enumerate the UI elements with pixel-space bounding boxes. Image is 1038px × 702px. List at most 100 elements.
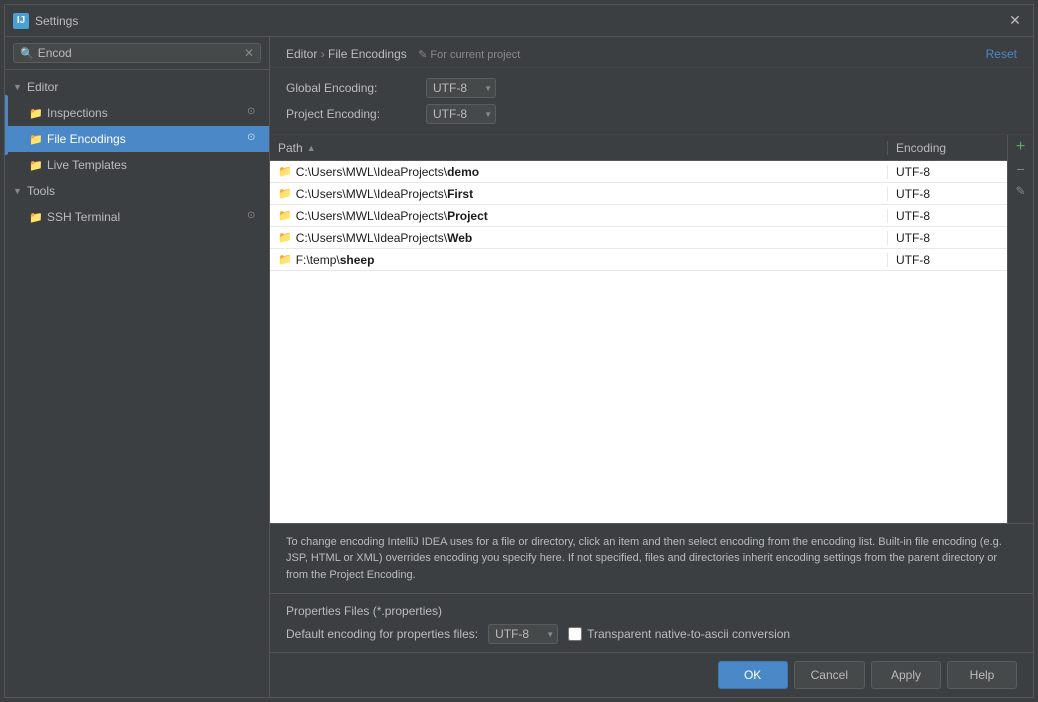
button-bar: OK Cancel Apply Help xyxy=(270,652,1033,697)
properties-title: Properties Files (*.properties) xyxy=(286,604,1017,618)
arrow-icon-tools: ▼ xyxy=(13,186,23,196)
table-area: Path ▲ Encoding 📁 C:\Users\MWL\IdeaProje… xyxy=(270,135,1033,523)
transparent-conversion-row: Transparent native-to-ascii conversion xyxy=(568,627,790,641)
project-encoding-select[interactable]: UTF-8 xyxy=(426,104,496,124)
path-text-4: F:\temp\sheep xyxy=(296,253,375,267)
cell-path-2: 📁 C:\Users\MWL\IdeaProjects\Project xyxy=(270,209,887,223)
folder-icon-templates: 📁 xyxy=(29,158,43,172)
folder-icon-row0: 📁 xyxy=(278,165,292,178)
path-text-3: C:\Users\MWL\IdeaProjects\Web xyxy=(296,231,473,245)
project-encoding-dropdown-wrap: UTF-8 ▼ xyxy=(426,104,496,124)
cell-path-0: 📁 C:\Users\MWL\IdeaProjects\demo xyxy=(270,165,887,179)
sidebar-item-live-templates[interactable]: 📁 Live Templates xyxy=(5,152,269,178)
sidebar-label-ssh-terminal: SSH Terminal xyxy=(47,210,120,224)
cell-encoding-2: UTF-8 xyxy=(887,209,1007,223)
sidebar-category-tools[interactable]: ▼ Tools xyxy=(5,178,269,204)
breadcrumb: Editor › File Encodings ✎ For current pr… xyxy=(286,47,520,61)
cell-encoding-3: UTF-8 xyxy=(887,231,1007,245)
folder-icon-ssh: 📁 xyxy=(29,210,43,224)
cancel-button[interactable]: Cancel xyxy=(794,661,865,689)
sidebar: 🔍 ✕ ▼ Editor 📁 Inspections ⊙ xyxy=(5,37,270,697)
transparent-conversion-label: Transparent native-to-ascii conversion xyxy=(587,627,790,641)
breadcrumb-separator: › xyxy=(321,47,328,61)
global-encoding-select[interactable]: UTF-8 xyxy=(426,78,496,98)
sidebar-label-file-encodings: File Encodings xyxy=(47,132,126,146)
cell-path-4: 📁 F:\temp\sheep xyxy=(270,253,887,267)
settings-dialog: IJ Settings ✕ 🔍 ✕ ▼ Editor xyxy=(4,4,1034,698)
breadcrumb-page: File Encodings xyxy=(328,47,407,61)
table-row[interactable]: 📁 C:\Users\MWL\IdeaProjects\Project UTF-… xyxy=(270,205,1007,227)
panel-header: Editor › File Encodings ✎ For current pr… xyxy=(270,37,1033,68)
properties-row: Default encoding for properties files: U… xyxy=(286,624,1017,644)
properties-section: Properties Files (*.properties) Default … xyxy=(270,593,1033,652)
table-row[interactable]: 📁 F:\temp\sheep UTF-8 xyxy=(270,249,1007,271)
table-row[interactable]: 📁 C:\Users\MWL\IdeaProjects\demo UTF-8 xyxy=(270,161,1007,183)
ok-button[interactable]: OK xyxy=(718,661,788,689)
default-encoding-label: Default encoding for properties files: xyxy=(286,627,478,641)
main-content: 🔍 ✕ ▼ Editor 📁 Inspections ⊙ xyxy=(5,37,1033,697)
properties-encoding-select[interactable]: UTF-8 xyxy=(488,624,558,644)
encoding-settings: Global Encoding: UTF-8 ▼ Project Encodin… xyxy=(270,68,1033,135)
path-text-0: C:\Users\MWL\IdeaProjects\demo xyxy=(296,165,479,179)
transparent-conversion-checkbox[interactable] xyxy=(568,627,582,641)
path-column-label: Path xyxy=(278,141,303,155)
right-panel: Editor › File Encodings ✎ For current pr… xyxy=(270,37,1033,697)
editor-category-label: Editor xyxy=(27,80,58,94)
selection-accent xyxy=(5,95,8,155)
search-icon: 🔍 xyxy=(20,47,34,60)
scope-badge-inspections: ⊙ xyxy=(247,106,261,120)
breadcrumb-editor: Editor xyxy=(286,47,317,61)
table-row[interactable]: 📁 C:\Users\MWL\IdeaProjects\First UTF-8 xyxy=(270,183,1007,205)
folder-icon-encodings: 📁 xyxy=(29,132,43,146)
sort-arrow: ▲ xyxy=(307,143,316,153)
project-encoding-row: Project Encoding: UTF-8 ▼ xyxy=(286,104,1017,124)
apply-button[interactable]: Apply xyxy=(871,661,941,689)
folder-icon: 📁 xyxy=(29,106,43,120)
cell-path-3: 📁 C:\Users\MWL\IdeaProjects\Web xyxy=(270,231,887,245)
tree-section: ▼ Editor 📁 Inspections ⊙ 📁 File Encoding… xyxy=(5,70,269,697)
table-row[interactable]: 📁 C:\Users\MWL\IdeaProjects\Web UTF-8 xyxy=(270,227,1007,249)
sidebar-label-inspections: Inspections xyxy=(47,106,108,120)
folder-icon-row3: 📁 xyxy=(278,231,292,244)
search-input[interactable] xyxy=(38,46,240,60)
search-input-wrap: 🔍 ✕ xyxy=(13,43,261,63)
sidebar-item-file-encodings[interactable]: 📁 File Encodings ⊙ xyxy=(5,126,269,152)
table-main: Path ▲ Encoding 📁 C:\Users\MWL\IdeaProje… xyxy=(270,135,1007,523)
folder-icon-row2: 📁 xyxy=(278,209,292,222)
add-encoding-button[interactable]: + xyxy=(1011,137,1031,157)
table-rows: 📁 C:\Users\MWL\IdeaProjects\demo UTF-8 📁… xyxy=(270,161,1007,523)
help-button[interactable]: Help xyxy=(947,661,1017,689)
reset-button[interactable]: Reset xyxy=(986,47,1017,61)
app-icon: IJ xyxy=(13,13,29,29)
remove-encoding-button[interactable]: − xyxy=(1011,159,1031,179)
tools-category-label: Tools xyxy=(27,184,55,198)
cell-encoding-0: UTF-8 xyxy=(887,165,1007,179)
close-button[interactable]: ✕ xyxy=(1005,11,1025,31)
sidebar-category-editor[interactable]: ▼ Editor xyxy=(5,74,269,100)
cell-encoding-1: UTF-8 xyxy=(887,187,1007,201)
sidebar-item-inspections[interactable]: 📁 Inspections ⊙ xyxy=(5,100,269,126)
info-text: To change encoding IntelliJ IDEA uses fo… xyxy=(286,534,1017,584)
table-toolbar: + − ✎ xyxy=(1007,135,1033,523)
project-encoding-label: Project Encoding: xyxy=(286,107,416,121)
title-bar-left: IJ Settings xyxy=(13,13,78,29)
global-encoding-label: Global Encoding: xyxy=(286,81,416,95)
scope-badge-encodings: ⊙ xyxy=(247,132,261,146)
properties-encoding-dropdown-wrap: UTF-8 ▼ xyxy=(488,624,558,644)
sidebar-item-ssh-terminal[interactable]: 📁 SSH Terminal ⊙ xyxy=(5,204,269,230)
search-clear-button[interactable]: ✕ xyxy=(244,46,254,60)
column-header-encoding: Encoding xyxy=(887,141,1007,155)
cell-encoding-4: UTF-8 xyxy=(887,253,1007,267)
path-text-2: C:\Users\MWL\IdeaProjects\Project xyxy=(296,209,488,223)
edit-encoding-button[interactable]: ✎ xyxy=(1011,181,1031,201)
table-header: Path ▲ Encoding xyxy=(270,135,1007,161)
path-text-1: C:\Users\MWL\IdeaProjects\First xyxy=(296,187,473,201)
global-encoding-row: Global Encoding: UTF-8 ▼ xyxy=(286,78,1017,98)
dialog-title: Settings xyxy=(35,14,78,28)
info-box: To change encoding IntelliJ IDEA uses fo… xyxy=(270,523,1033,594)
sidebar-label-live-templates: Live Templates xyxy=(47,158,127,172)
scope-badge-ssh: ⊙ xyxy=(247,210,261,224)
cell-path-1: 📁 C:\Users\MWL\IdeaProjects\First xyxy=(270,187,887,201)
arrow-icon: ▼ xyxy=(13,82,23,92)
table-container: Path ▲ Encoding 📁 C:\Users\MWL\IdeaProje… xyxy=(270,135,1033,523)
